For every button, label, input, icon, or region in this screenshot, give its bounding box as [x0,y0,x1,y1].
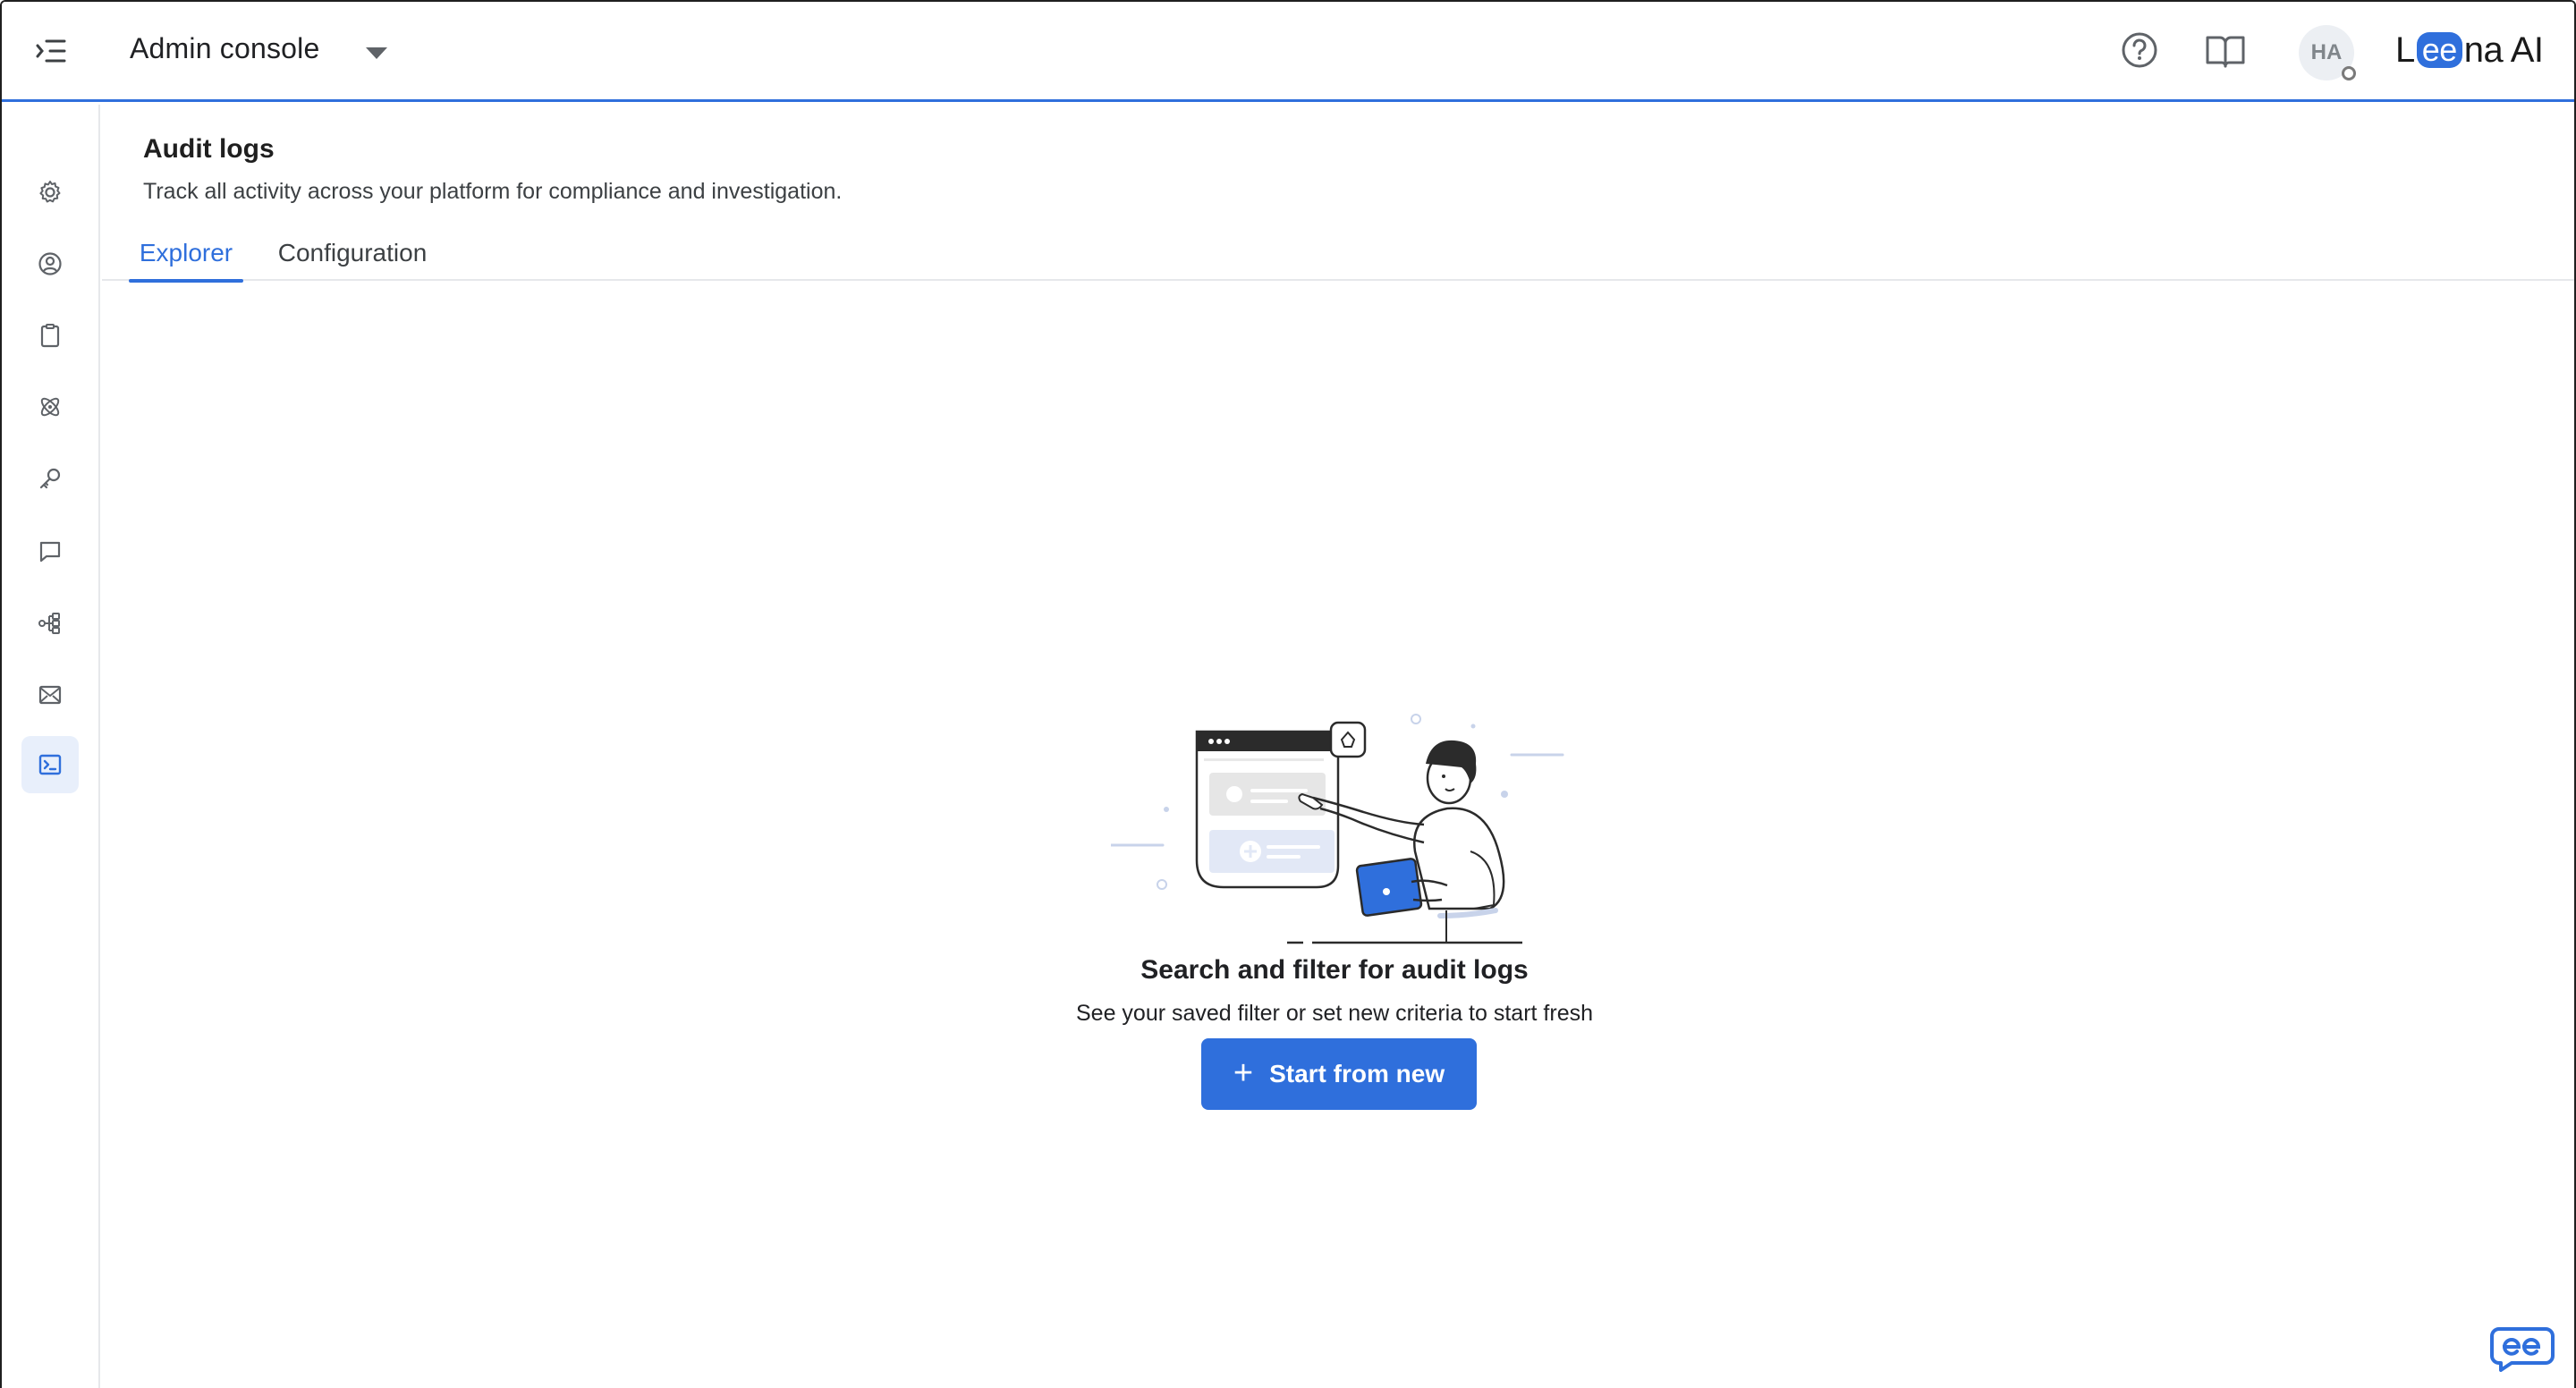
sidebar-item-email[interactable] [21,666,79,724]
empty-state-illustration [1111,714,1564,944]
tab-configuration[interactable]: Configuration [268,225,436,281]
app-switcher-title[interactable]: Admin console [130,32,320,65]
top-bar: Admin console HA Lee na AI [2,2,2574,102]
chevron-down-icon[interactable] [363,43,390,63]
start-from-new-button[interactable]: + Start from new [1201,1038,1477,1110]
page-title: Audit logs [143,134,275,164]
mail-icon [38,685,62,705]
user-circle-icon [38,252,62,275]
chat-bubble-icon [39,541,61,563]
clipboard-icon [40,324,60,348]
app-window: Admin console HA Lee na AI Audit logs Tr… [0,0,2576,1388]
avatar-status-dot [2342,66,2356,80]
menu-collapse-icon[interactable] [34,34,68,68]
brand-logo-suffix: na AI [2463,30,2544,70]
workflow-icon [38,613,60,634]
sidebar-item-reports[interactable] [21,307,79,364]
brand-logo-prefix: L [2395,30,2415,70]
book-open-icon[interactable] [2204,32,2247,70]
plus-icon: + [1233,1054,1254,1092]
empty-state-title: Search and filter for audit logs [1140,955,1529,985]
gear-icon [39,181,61,203]
sidebar-item-audit-logs[interactable] [21,736,79,793]
sidebar-item-workflows[interactable] [21,595,79,652]
tab-bar: Explorer Configuration [102,225,2574,283]
sidebar [2,105,100,1388]
terminal-icon [38,754,62,775]
sidebar-item-integrations[interactable] [21,378,79,436]
start-from-new-label: Start from new [1269,1060,1445,1088]
empty-state-subtitle: See your saved filter or set new criteri… [1075,1001,1593,1026]
brand-logo-ee: ee [2416,32,2462,68]
chat-assistant-icon[interactable] [2490,1324,2555,1372]
page-subtitle: Track all activity across your platform … [143,179,843,204]
brand-logo: Lee na AI [2395,25,2544,75]
sidebar-item-conversations[interactable] [21,523,79,580]
sidebar-item-access-keys[interactable] [21,450,79,507]
sidebar-item-users[interactable] [21,235,79,292]
tab-explorer[interactable]: Explorer [129,225,243,283]
sidebar-item-settings[interactable] [21,164,79,221]
atom-icon [40,397,60,417]
help-icon[interactable] [2120,30,2159,70]
key-icon [39,468,61,489]
